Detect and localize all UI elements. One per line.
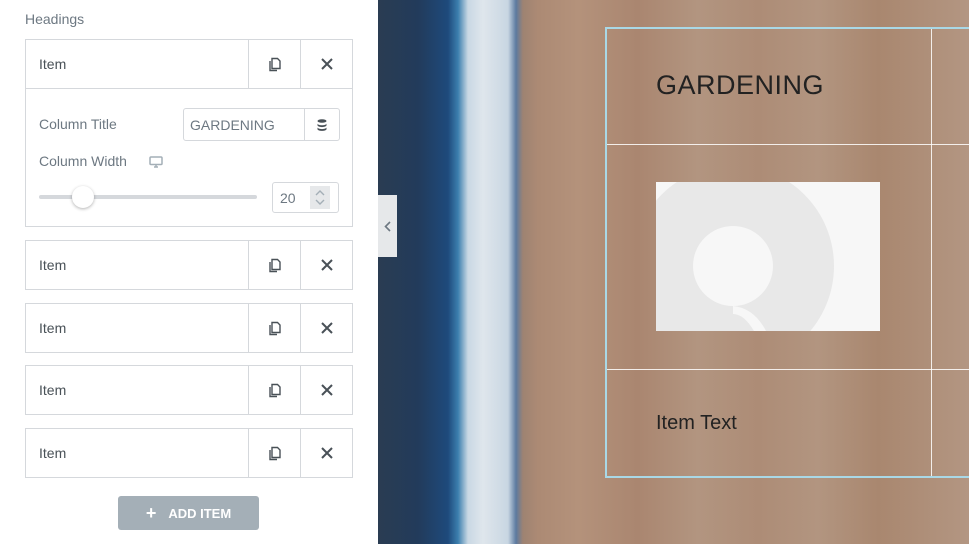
- close-icon: [320, 447, 333, 459]
- duplicate-button[interactable]: [248, 304, 300, 352]
- duplicate-icon: [268, 321, 281, 335]
- chevron-left-icon: [384, 220, 391, 232]
- column-width-input[interactable]: [273, 189, 309, 206]
- remove-button[interactable]: [300, 366, 352, 414]
- duplicate-button[interactable]: [248, 40, 300, 88]
- column-width-label: Column Width: [39, 153, 127, 169]
- column-title-field: [183, 108, 340, 141]
- plus-icon: +: [145, 503, 157, 523]
- remove-button[interactable]: [300, 40, 352, 88]
- repeater-item-title[interactable]: Item: [26, 366, 248, 414]
- repeater-item: Item: [25, 365, 353, 415]
- duplicate-button[interactable]: [248, 366, 300, 414]
- editor-panel: Headings Item Column Title Column Width: [0, 0, 378, 544]
- repeater-item-header: Item: [26, 40, 352, 88]
- column-heading: GARDENING: [656, 70, 825, 100]
- close-icon: [320, 58, 333, 70]
- column-width-number-field: [272, 182, 339, 213]
- preview-canvas: GARDENING Item Text: [378, 0, 969, 544]
- add-item-label: ADD ITEM: [168, 505, 232, 521]
- collapse-panel-button[interactable]: [378, 195, 397, 257]
- repeater-item: Item Column Title Column Width: [25, 39, 353, 227]
- chevron-up-icon[interactable]: [315, 190, 325, 196]
- remove-button[interactable]: [300, 241, 352, 289]
- close-icon: [320, 384, 333, 396]
- duplicate-button[interactable]: [248, 429, 300, 477]
- close-icon: [320, 322, 333, 334]
- repeater-item: Item: [25, 240, 353, 290]
- section-label: Headings: [25, 11, 85, 27]
- duplicate-icon: [268, 446, 281, 460]
- repeater-item-title[interactable]: Item: [26, 241, 248, 289]
- repeater-item-title[interactable]: Item: [26, 304, 248, 352]
- add-item-button[interactable]: + ADD ITEM: [118, 496, 259, 530]
- table-widget[interactable]: GARDENING Item Text: [605, 27, 969, 478]
- database-icon: [317, 118, 327, 131]
- repeater-item-title[interactable]: Item: [26, 40, 248, 88]
- chevron-down-icon[interactable]: [315, 199, 325, 205]
- duplicate-icon: [268, 383, 281, 397]
- duplicate-icon: [268, 258, 281, 272]
- number-spinner[interactable]: [310, 186, 330, 209]
- column-divider: [931, 29, 932, 476]
- dynamic-tags-button[interactable]: [304, 109, 339, 140]
- table-cell-text: Item Text: [656, 412, 737, 434]
- repeater-item: Item: [25, 428, 353, 478]
- placeholder-image-icon: [656, 182, 834, 331]
- duplicate-icon: [268, 57, 281, 71]
- desktop-icon[interactable]: [149, 155, 163, 173]
- row-divider: [607, 144, 969, 145]
- column-width-slider-handle[interactable]: [71, 186, 94, 208]
- duplicate-button[interactable]: [248, 241, 300, 289]
- close-icon: [320, 259, 333, 271]
- remove-button[interactable]: [300, 429, 352, 477]
- remove-button[interactable]: [300, 304, 352, 352]
- column-title-label: Column Title: [39, 116, 117, 132]
- row-divider: [607, 369, 969, 370]
- repeater-item-controls: Column Title Column Width: [26, 88, 352, 226]
- image-placeholder: [656, 182, 880, 331]
- column-title-input[interactable]: [184, 109, 304, 140]
- repeater-item: Item: [25, 303, 353, 353]
- repeater-item-title[interactable]: Item: [26, 429, 248, 477]
